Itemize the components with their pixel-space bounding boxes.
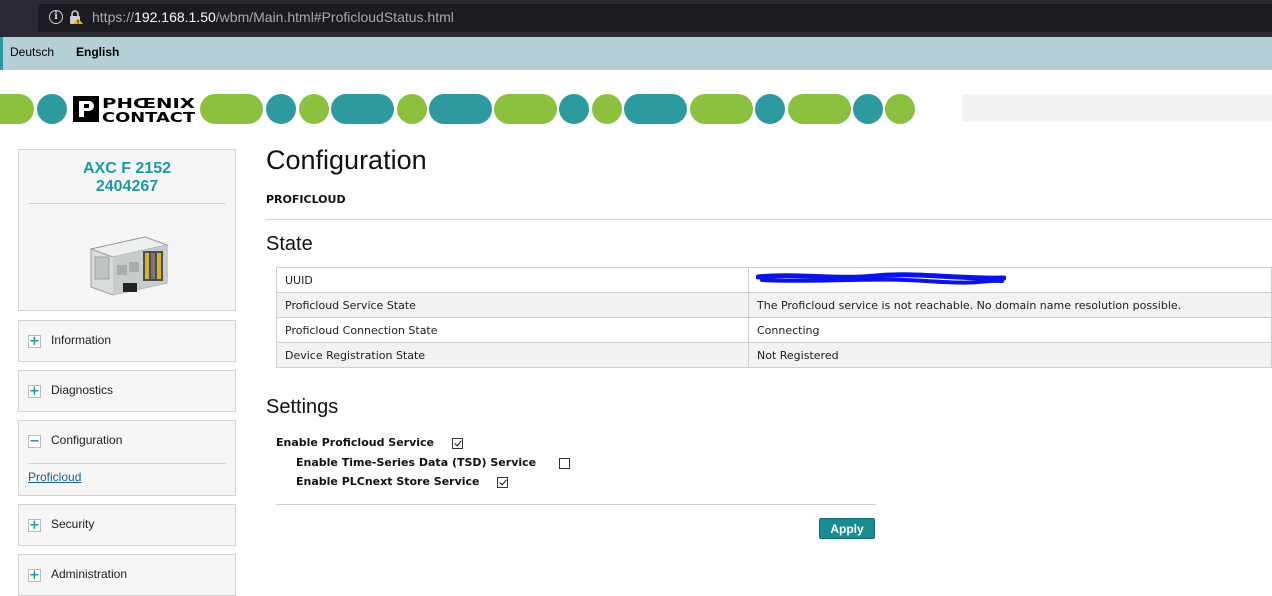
state-key: Device Registration State [276,342,749,368]
banner-pill [200,94,263,124]
phoenix-contact-logo: PHŒNIX CONTACT [72,94,196,124]
setting-tsd-label: Enable Time-Series Data (TSD) Service [296,456,537,469]
banner-pill [37,94,67,124]
state-heading: State [266,233,313,255]
page-title: Configuration [266,145,427,175]
apply-button[interactable]: Apply [819,518,875,539]
state-value: Not Registered [748,342,1272,368]
proficloud-service-checkbox[interactable] [452,438,463,449]
language-deutsch-link[interactable]: Deutsch [10,45,54,59]
banner-pill [559,94,589,124]
banner-pill [299,94,329,124]
nav-administration-label[interactable]: Administration [51,567,127,581]
nav-information-label[interactable]: Information [51,333,111,347]
table-row: Device Registration State Not Registered [276,342,1272,368]
banner-pill [397,94,427,124]
divider [276,504,876,505]
state-key: UUID [276,267,749,293]
header-right-area [962,94,1272,122]
state-value: Connecting [748,317,1272,343]
table-row: Proficloud Service State The Proficloud … [276,292,1272,318]
tsd-service-checkbox[interactable] [559,458,570,469]
device-info-panel: AXC F 2152 2404267 [18,149,236,311]
divider [266,219,1272,220]
url-path: /wbm/Main.html#ProficloudStatus.html [215,9,454,25]
url-host: 192.168.1.50 [134,9,216,25]
expand-plus-icon[interactable]: + [28,335,41,348]
settings-heading: Settings [266,396,339,418]
expand-plus-icon[interactable]: + [28,519,41,532]
redaction-scribble [756,272,1006,285]
device-model: AXC F 2152 [82,160,172,177]
banner-pill [788,94,851,124]
expand-plus-icon[interactable]: + [28,569,41,582]
browser-toolbar: i https://192.168.1.50/wbm/Main.html#Pro… [0,0,1272,37]
store-service-checkbox[interactable] [497,477,508,488]
nav-administration[interactable]: + Administration [18,554,236,596]
nav-proficloud-link[interactable]: Proficloud [28,470,81,484]
section-label: PROFICLOUD [266,193,346,206]
banner-pill [853,94,883,124]
collapse-minus-icon[interactable]: − [28,435,41,448]
state-key: Proficloud Connection State [276,317,749,343]
banner-pill [885,94,915,124]
nav-diagnostics-label[interactable]: Diagnostics [51,383,113,397]
url-prefix: https:// [92,9,135,25]
device-article-number: 2404267 [95,178,159,195]
nav-configuration-label[interactable]: Configuration [51,433,122,447]
language-bar: Deutsch English [0,37,1272,70]
nav-diagnostics[interactable]: + Diagnostics [18,370,236,412]
banner-pill [331,94,394,124]
banner-pill [755,94,785,124]
insecure-lock-icon[interactable] [68,9,84,25]
nav-information[interactable]: + Information [18,320,236,362]
url-text[interactable]: https://192.168.1.50/wbm/Main.html#Profi… [92,9,454,25]
banner-pill [494,94,557,124]
banner-pill [690,94,753,124]
info-icon[interactable]: i [49,10,63,24]
banner-pill [592,94,622,124]
device-image [89,236,169,296]
banner-pill [266,94,296,124]
nav-security[interactable]: + Security [18,504,236,546]
table-row: Proficloud Connection State Connecting [276,317,1272,343]
state-value: The Proficloud service is not reachable.… [748,292,1272,318]
banner-pill [429,94,492,124]
nav-security-label[interactable]: Security [51,517,94,531]
logo-line1: PHŒNIX [102,97,195,112]
setting-proficloud-label: Enable Proficloud Service [276,436,435,449]
banner-pill [624,94,687,124]
divider [28,203,226,204]
language-english-link[interactable]: English [76,45,119,59]
expand-plus-icon[interactable]: + [28,385,41,398]
banner-pill [0,94,34,124]
logo-line2: CONTACT [102,111,195,124]
setting-store-label: Enable PLCnext Store Service [296,475,480,488]
divider [28,463,226,464]
nav-configuration[interactable]: − Configuration Proficloud [18,420,236,496]
state-key: Proficloud Service State [276,292,749,318]
